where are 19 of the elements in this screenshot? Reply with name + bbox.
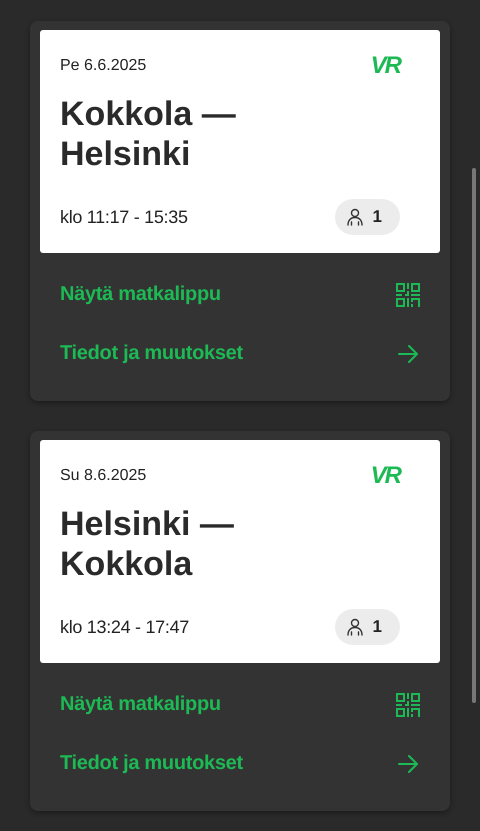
show-ticket-link[interactable]: Näytä matkalippu [60,675,420,734]
passenger-count: 1 [372,207,382,227]
qr-code-icon [396,282,420,306]
logo: VR [370,462,400,490]
details-link[interactable]: Tiedot ja muutokset [60,734,420,793]
trip-date: Pe 6.6.2025 [60,57,146,75]
person-icon [344,207,365,227]
trip-date: Su 8.6.2025 [60,467,146,485]
scrollbar[interactable] [472,168,476,703]
show-ticket-link[interactable]: Näytä matkalippu [60,265,420,324]
route-title: Helsinki — Kokkola [60,504,235,584]
trip-time: klo 11:17 - 15:35 [60,206,188,228]
person-icon [344,617,365,637]
details-link[interactable]: Tiedot ja muutokset [60,324,420,383]
trip-time: klo 13:24 - 17:47 [60,616,189,638]
qr-code-icon [396,692,420,716]
route-title: Kokkola — Helsinki [60,94,237,174]
logo: VR [370,52,400,80]
passenger-count: 1 [372,617,382,637]
